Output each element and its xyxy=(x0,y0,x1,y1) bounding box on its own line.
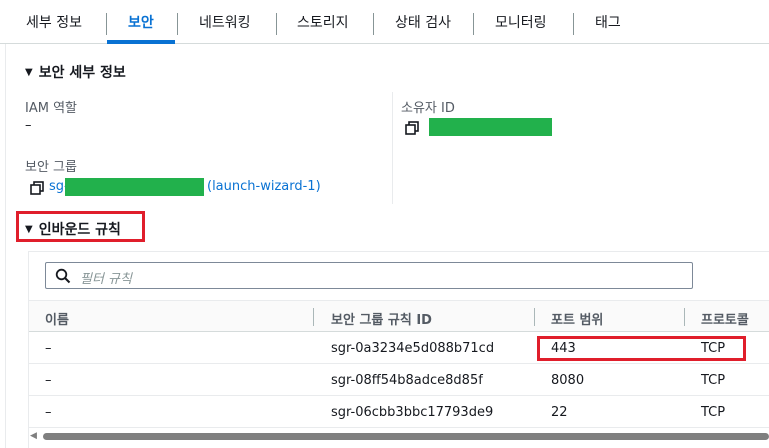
caret-down-icon: ▼ xyxy=(25,67,33,78)
tab-separator xyxy=(573,13,574,35)
tab-security[interactable]: 보안 xyxy=(128,0,154,44)
ec2-instance-security-panel: 세부 정보 보안 네트워킹 스토리지 상태 검사 모니터링 태그 ▼ 보안 세부 … xyxy=(0,0,769,448)
column-resizer[interactable] xyxy=(534,308,535,326)
cell-protocol: TCP xyxy=(701,405,726,420)
table-row[interactable]: – sgr-08ff54b8adce8d85f 8080 TCP xyxy=(29,364,769,396)
cell-protocol: TCP xyxy=(701,373,726,388)
scroll-left-arrow-icon[interactable]: ◀ xyxy=(30,431,37,441)
security-group-name-link[interactable]: (launch-wizard-1) xyxy=(207,179,321,194)
iam-role-label: IAM 역할 xyxy=(25,101,77,116)
iam-role-value: – xyxy=(25,118,32,133)
tab-bar: 세부 정보 보안 네트워킹 스토리지 상태 검사 모니터링 태그 xyxy=(0,0,769,44)
tab-separator xyxy=(276,13,277,35)
search-icon xyxy=(55,268,71,284)
tab-separator xyxy=(106,13,107,35)
column-header-rule-id[interactable]: 보안 그룹 규칙 ID xyxy=(331,309,432,328)
tab-tags[interactable]: 태그 xyxy=(595,0,621,44)
security-details-toggle[interactable]: ▼ 보안 세부 정보 xyxy=(25,62,126,82)
column-header-name[interactable]: 이름 xyxy=(45,309,69,328)
cell-rule-id: sgr-0a3234e5d088b71cd xyxy=(331,341,495,356)
tab-status-checks[interactable]: 상태 검사 xyxy=(395,0,451,44)
annotation-highlight-inbound xyxy=(16,211,145,242)
column-resizer[interactable] xyxy=(684,308,685,326)
tab-networking[interactable]: 네트워킹 xyxy=(199,0,251,44)
tab-separator xyxy=(473,13,474,35)
column-header-protocol[interactable]: 프로토콜 xyxy=(701,309,749,328)
tab-storage[interactable]: 스토리지 xyxy=(297,0,349,44)
owner-id-redacted xyxy=(429,118,552,136)
tab-details[interactable]: 세부 정보 xyxy=(26,0,82,44)
copy-icon[interactable] xyxy=(30,181,44,195)
scrollbar-thumb[interactable] xyxy=(43,433,769,440)
security-groups-label: 보안 그룹 xyxy=(25,160,77,175)
cell-rule-id: sgr-06cbb3bbc17793de9 xyxy=(331,405,494,420)
annotation-highlight-port-protocol xyxy=(537,336,746,361)
cell-name: – xyxy=(45,341,52,356)
cell-rule-id: sgr-08ff54b8adce8d85f xyxy=(331,373,483,388)
active-tab-indicator xyxy=(107,40,175,44)
cell-name: – xyxy=(45,373,52,388)
cell-port-range: 8080 xyxy=(551,373,585,388)
tab-separator xyxy=(177,13,178,35)
horizontal-scrollbar[interactable]: ◀ xyxy=(29,430,769,442)
tab-separator xyxy=(373,13,374,35)
left-border xyxy=(5,44,6,448)
column-resizer[interactable] xyxy=(313,308,314,326)
column-divider xyxy=(392,92,393,204)
table-row[interactable]: – sgr-06cbb3bbc17793de9 22 TCP xyxy=(29,396,769,428)
cell-name: – xyxy=(45,405,52,420)
security-group-id-redacted xyxy=(65,178,204,196)
filter-rules-input[interactable]: 필터 규칙 xyxy=(45,262,693,289)
copy-icon[interactable] xyxy=(405,121,419,135)
filter-rules-placeholder: 필터 규칙 xyxy=(80,272,132,287)
table-header: 이름 보안 그룹 규칙 ID 포트 범위 프로토콜 xyxy=(29,300,769,332)
owner-id-label: 소유자 ID xyxy=(401,101,455,116)
tab-monitoring[interactable]: 모니터링 xyxy=(495,0,547,44)
column-header-port-range[interactable]: 포트 범위 xyxy=(551,309,603,328)
cell-port-range: 22 xyxy=(551,405,568,420)
security-details-title: 보안 세부 정보 xyxy=(38,65,126,81)
